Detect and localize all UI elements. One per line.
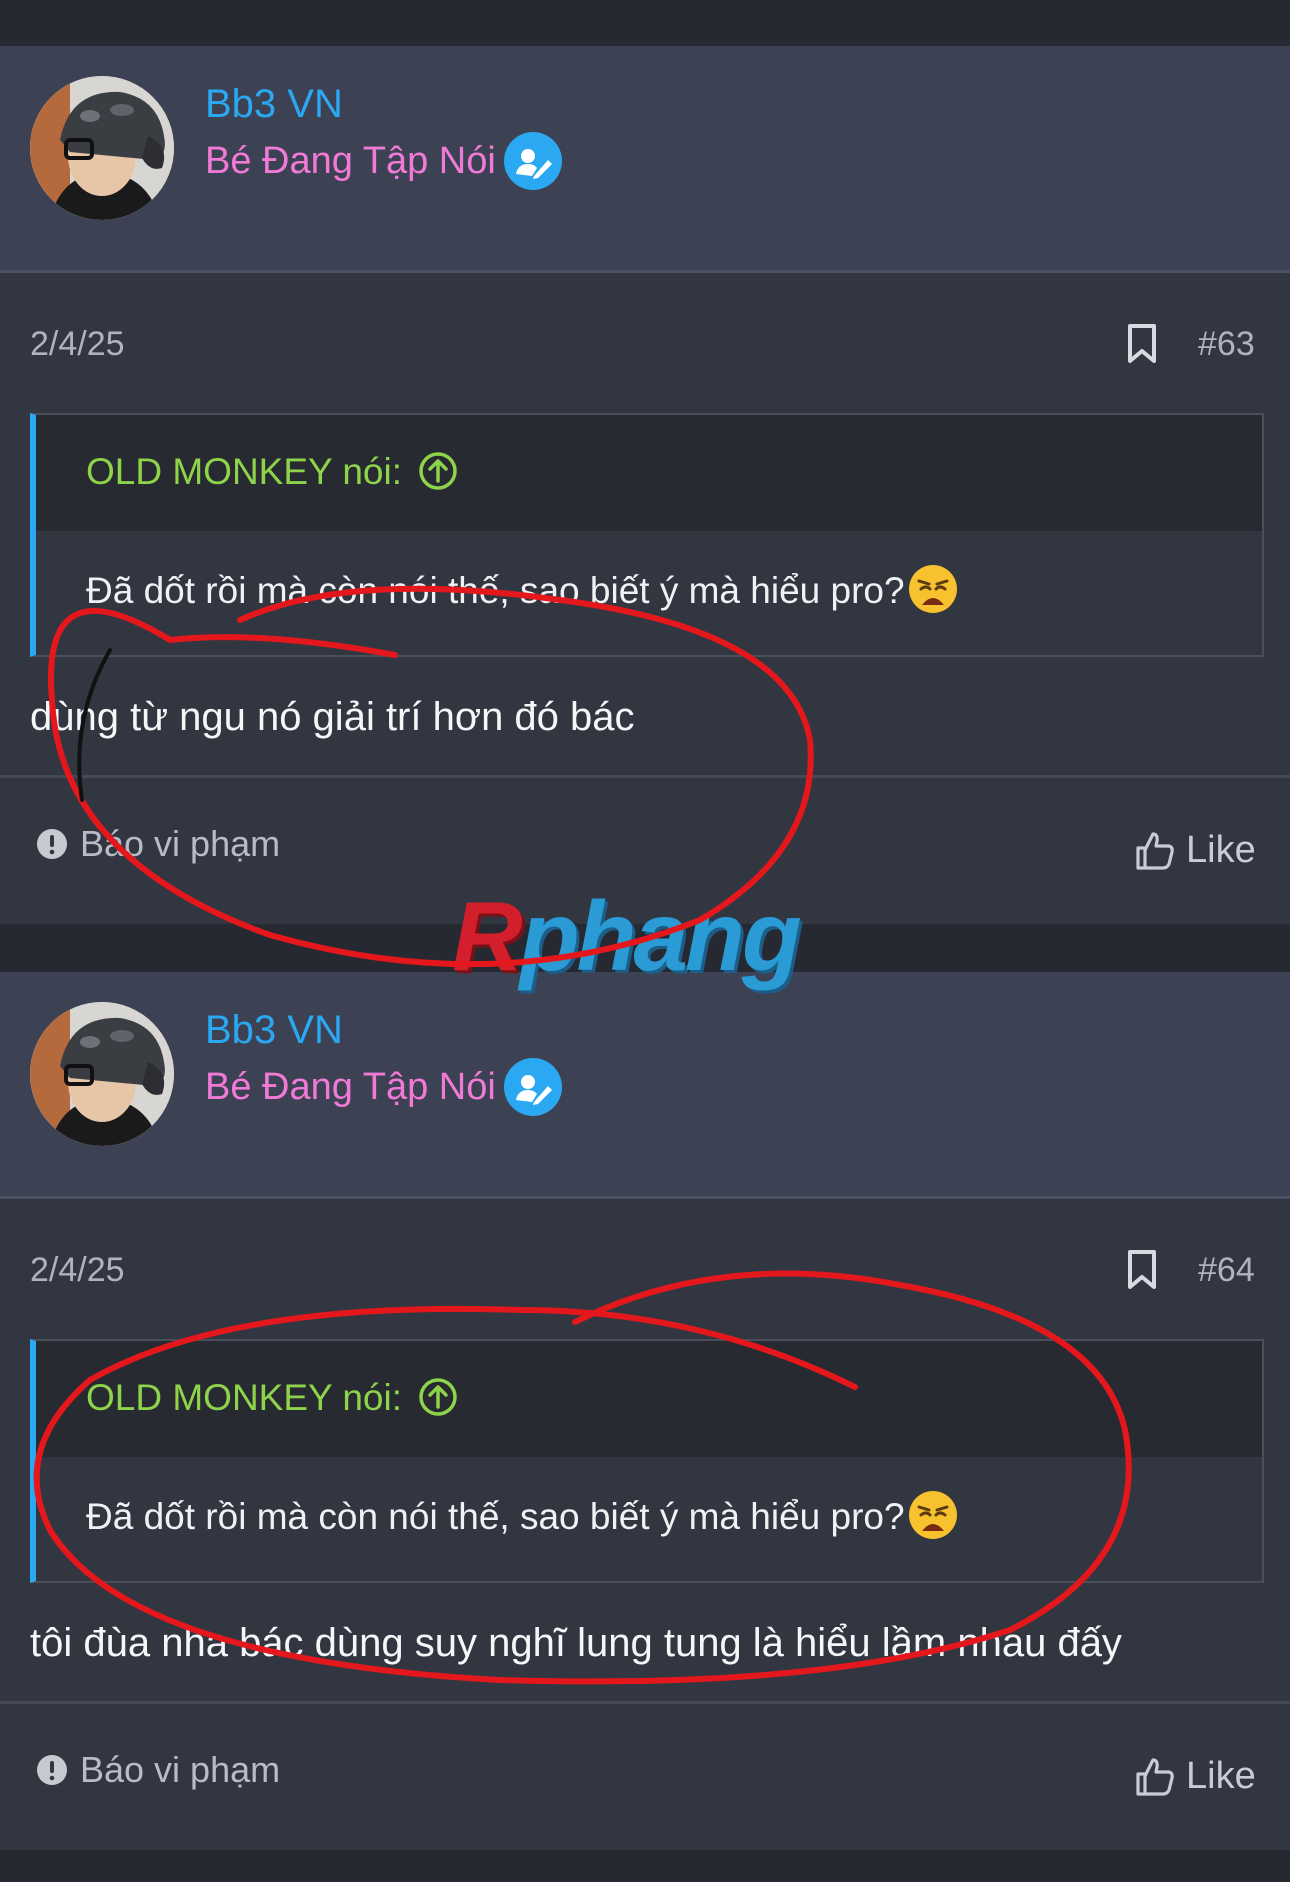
arrow-up-circle-icon[interactable]	[418, 1377, 458, 1417]
like-label: Like	[1186, 829, 1256, 871]
quote-text-content: Đã dốt rồi mà còn nói thế, sao biết ý mà…	[86, 1496, 905, 1537]
thumbs-up-icon	[1136, 831, 1174, 870]
user-edit-icon	[504, 1058, 562, 1116]
like-label: Like	[1186, 1755, 1256, 1797]
report-button[interactable]: Báo vi phạm	[36, 1749, 280, 1791]
post-date[interactable]: 2/4/25	[30, 1251, 125, 1290]
username[interactable]: Bb3 VN	[205, 82, 343, 127]
exclamation-circle-icon	[37, 829, 67, 859]
watermark-rest: phang	[519, 881, 802, 991]
quote-text: Đã dốt rồi mà còn nói thế, sao biết ý mà…	[86, 563, 959, 615]
post-header: Bb3 VN Bé Đang Tập Nói	[0, 46, 1290, 273]
avatar[interactable]	[30, 76, 174, 220]
post-message: dùng từ ngu nó giải trí hơn đó bác	[30, 695, 635, 739]
quote-text: Đã dốt rồi mà còn nói thế, sao biết ý mà…	[86, 1489, 959, 1541]
weary-face-emoji	[908, 565, 957, 613]
like-button[interactable]: Like	[1134, 1755, 1256, 1798]
bookmark-icon[interactable]	[1126, 323, 1158, 365]
quote-block: OLD MONKEY nói: Đã dốt rồi mà còn nói th…	[30, 1339, 1264, 1583]
avatar[interactable]	[30, 1002, 174, 1146]
divider	[0, 1701, 1290, 1704]
post-message: tôi đùa nha bác dùng suy nghĩ lung tung …	[30, 1621, 1122, 1665]
exclamation-circle-icon	[37, 1755, 67, 1785]
weary-face-emoji	[908, 1491, 957, 1539]
quote-author[interactable]: OLD MONKEY nói:	[86, 451, 402, 493]
arrow-up-circle-icon[interactable]	[418, 451, 458, 491]
quote-author[interactable]: OLD MONKEY nói:	[86, 1377, 402, 1419]
post-number[interactable]: #64	[1198, 1251, 1255, 1290]
post-body: 2/4/25 #63 OLD MONKEY nói: Đã dốt rồi mà…	[0, 273, 1290, 924]
post-date[interactable]: 2/4/25	[30, 325, 125, 364]
post-number[interactable]: #63	[1198, 325, 1255, 364]
report-label: Báo vi phạm	[80, 823, 281, 864]
quote-block: OLD MONKEY nói: Đã dốt rồi mà còn nói th…	[30, 413, 1264, 657]
divider	[0, 775, 1290, 778]
user-title: Bé Đang Tập Nói	[205, 140, 496, 182]
like-button[interactable]: Like	[1134, 829, 1256, 872]
quote-header[interactable]: OLD MONKEY nói:	[36, 1341, 1262, 1457]
bookmark-icon[interactable]	[1126, 1249, 1158, 1291]
watermark-first-letter: R	[452, 881, 523, 991]
quote-header[interactable]: OLD MONKEY nói:	[36, 415, 1262, 531]
post-63: Bb3 VN Bé Đang Tập Nói 2/4/25 #63 OLD MO…	[0, 46, 1290, 924]
report-label: Báo vi phạm	[80, 1749, 281, 1790]
top-spacer	[0, 0, 1290, 48]
quote-text-content: Đã dốt rồi mà còn nói thế, sao biết ý mà…	[86, 570, 905, 611]
post-header: Bb3 VN Bé Đang Tập Nói	[0, 972, 1290, 1199]
post-body: 2/4/25 #64 OLD MONKEY nói: Đã dốt rồi mà…	[0, 1199, 1290, 1850]
user-title: Bé Đang Tập Nói	[205, 1066, 496, 1108]
user-edit-icon	[504, 132, 562, 190]
watermark-logo: Rphang	[452, 880, 802, 993]
username[interactable]: Bb3 VN	[205, 1008, 343, 1053]
thumbs-up-icon	[1136, 1757, 1174, 1796]
report-button[interactable]: Báo vi phạm	[36, 823, 280, 865]
post-64: Bb3 VN Bé Đang Tập Nói 2/4/25 #64 OLD MO…	[0, 972, 1290, 1850]
